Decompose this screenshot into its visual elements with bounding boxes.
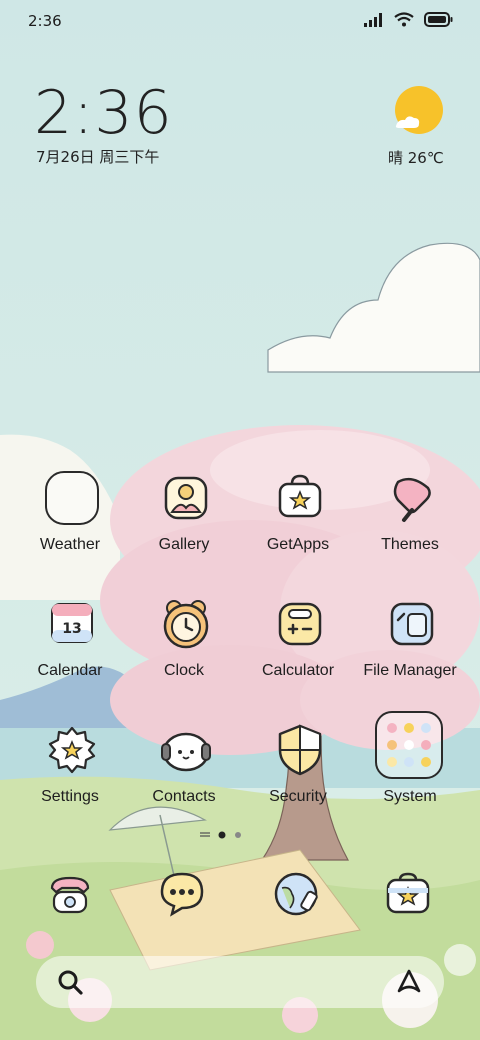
browser-icon[interactable]: [272, 868, 324, 920]
sun-cloud-icon[interactable]: [392, 86, 444, 138]
widget-weather: 晴 26℃: [388, 149, 444, 167]
themes-icon: [393, 477, 431, 522]
messages-icon[interactable]: [156, 868, 208, 920]
app-label: Clock: [163, 662, 204, 679]
getapps-icon: [278, 474, 322, 518]
app-label: Calculator: [261, 662, 335, 679]
app-themes[interactable]: Themes: [350, 470, 470, 590]
app-weather[interactable]: Weather: [10, 470, 130, 590]
widget-date: 7月26日 周三下午: [36, 148, 160, 166]
search-bar[interactable]: [36, 956, 444, 1008]
settings-icon: [48, 726, 96, 774]
wifi-icon: [394, 12, 414, 27]
app-label: Themes: [381, 536, 439, 553]
app-label: Weather: [39, 536, 101, 553]
calculator-icon: [278, 602, 322, 646]
calendar-date: 13: [62, 621, 81, 637]
app-label: Gallery: [158, 536, 210, 553]
app-security[interactable]: Security: [238, 722, 358, 842]
contacts-icon: [161, 732, 211, 772]
app-contacts[interactable]: Contacts: [124, 722, 244, 842]
app-calculator[interactable]: Calculator: [238, 596, 358, 716]
file-manager-icon: [390, 602, 434, 646]
widget-clock[interactable]: 2:36: [34, 78, 173, 148]
system-folder-icon: [375, 711, 443, 779]
app-label: Settings: [41, 788, 99, 805]
app-label: File Manager: [363, 662, 457, 679]
app-gallery[interactable]: Gallery: [124, 470, 244, 590]
clock-icon: [163, 600, 209, 649]
status-time: 2:36: [28, 12, 62, 30]
camera-icon[interactable]: [382, 868, 434, 920]
app-settings[interactable]: Settings: [10, 722, 130, 842]
phone-icon[interactable]: [44, 868, 96, 920]
app-label: Contacts: [152, 788, 216, 805]
app-getapps[interactable]: GetApps: [238, 470, 358, 590]
app-clock[interactable]: Clock: [124, 596, 244, 716]
battery-icon: [424, 12, 453, 27]
app-system-folder[interactable]: System: [350, 710, 470, 830]
signal-icon: [364, 12, 382, 27]
calendar-icon: 13: [51, 603, 93, 643]
security-icon: [278, 724, 322, 776]
app-label: Security: [269, 788, 327, 805]
app-label: GetApps: [266, 536, 330, 553]
weather-icon: [45, 471, 99, 525]
search-icon[interactable]: [56, 968, 84, 996]
app-label: System: [383, 788, 437, 805]
assistant-icon[interactable]: [394, 966, 424, 996]
page-indicator[interactable]: [198, 830, 258, 840]
status-bar: 2:36: [0, 0, 480, 40]
app-label: Calendar: [37, 662, 103, 679]
gallery-icon: [164, 476, 208, 520]
app-calendar[interactable]: 13 Calendar: [10, 596, 130, 716]
app-file-manager[interactable]: File Manager: [350, 596, 470, 716]
